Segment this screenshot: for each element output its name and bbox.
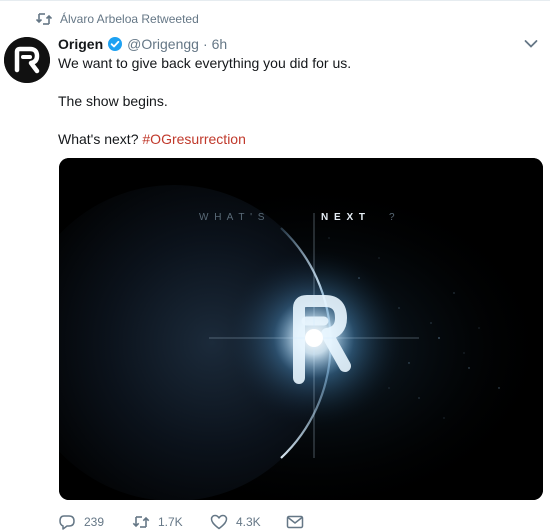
retweet-icon xyxy=(132,514,150,530)
origen-logo xyxy=(4,37,50,83)
artwork-caption-end: ? xyxy=(389,212,395,223)
retweet-context: Álvaro Arbeloa Retweeted xyxy=(36,11,199,27)
author-name[interactable]: Origen xyxy=(58,36,103,52)
chevron-down-icon[interactable] xyxy=(524,39,538,49)
tweet-text-line-3: What's next? #OGresurrection xyxy=(58,131,246,147)
tweet-actions: 239 1.7K 4.3K xyxy=(58,513,306,531)
like-count: 4.3K xyxy=(236,515,261,529)
retweet-icon xyxy=(36,12,52,26)
retweet-context-label[interactable]: Álvaro Arbeloa Retweeted xyxy=(60,12,199,26)
like-button[interactable]: 4.3K xyxy=(210,514,286,530)
tweet-text-prefix: What's next? xyxy=(58,131,139,147)
verified-badge-icon xyxy=(107,36,123,52)
heart-icon xyxy=(210,514,228,530)
hashtag-link[interactable]: #OGresurrection xyxy=(142,131,245,147)
retweet-button[interactable]: 1.7K xyxy=(132,514,210,530)
reply-count: 239 xyxy=(84,515,105,529)
tweet-media-image[interactable]: W H A T ' S N E X T ? xyxy=(59,158,543,500)
reply-button[interactable]: 239 xyxy=(58,514,132,530)
tweet-text-line-1: We want to give back everything you did … xyxy=(58,55,352,71)
header-separator: · xyxy=(202,36,208,52)
direct-message-button[interactable] xyxy=(286,514,306,530)
envelope-icon xyxy=(286,514,304,530)
tweet-text-line-2: The show begins. xyxy=(58,93,168,109)
whats-next-artwork: W H A T ' S N E X T ? xyxy=(59,158,543,500)
artwork-caption-bright: N E X T xyxy=(321,212,367,223)
retweet-count: 1.7K xyxy=(158,515,183,529)
tweet-timestamp[interactable]: 6h xyxy=(212,36,228,52)
tweet-header: Origen @Origengg · 6h xyxy=(58,35,227,53)
tweet-card[interactable]: Álvaro Arbeloa Retweeted Origen @Origeng… xyxy=(0,0,550,531)
author-handle[interactable]: @Origengg xyxy=(127,36,199,52)
reply-icon xyxy=(58,514,76,530)
avatar[interactable] xyxy=(4,37,50,83)
artwork-caption-dim: W H A T ' S xyxy=(199,212,266,223)
